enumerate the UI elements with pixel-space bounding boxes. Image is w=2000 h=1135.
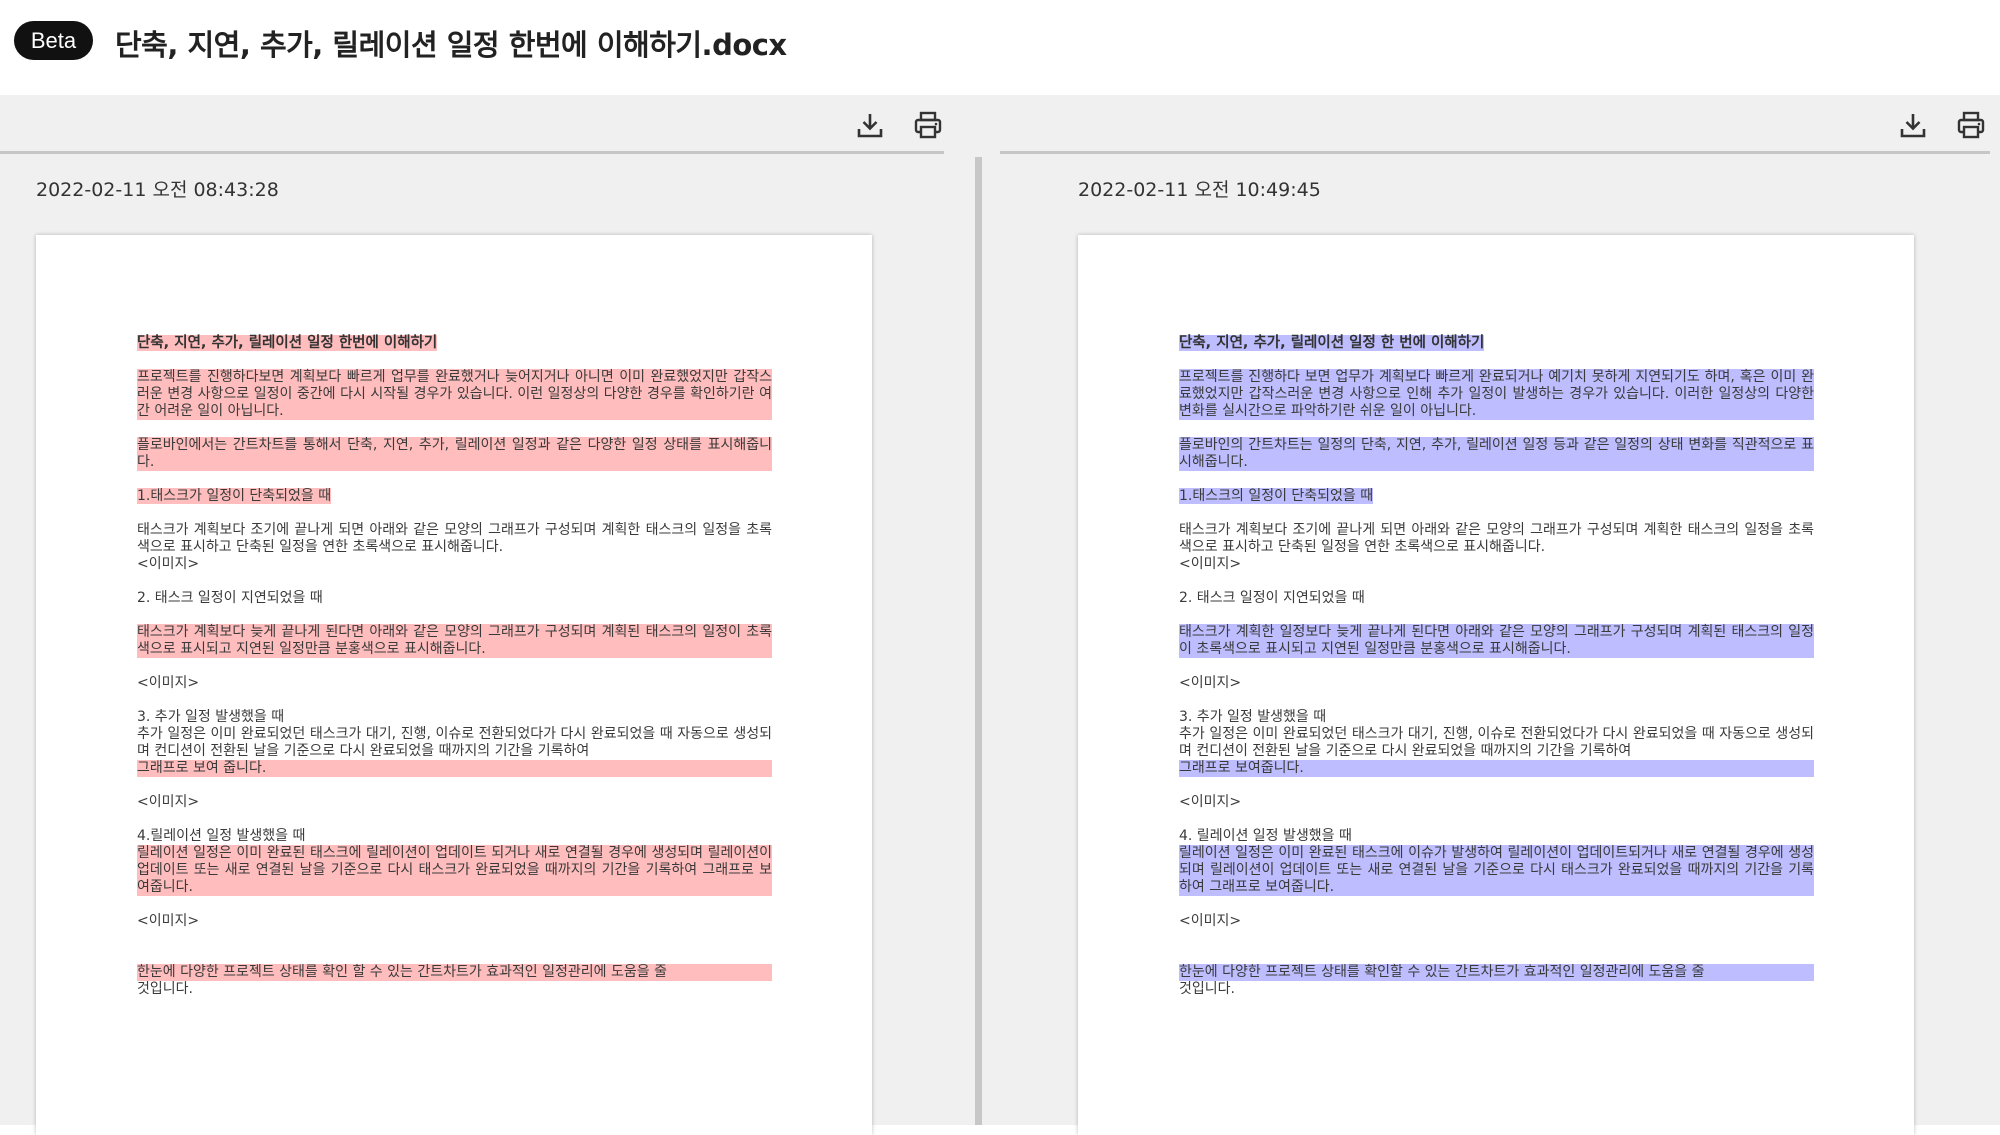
- download-button[interactable]: [1896, 108, 1930, 142]
- beta-badge: Beta: [14, 21, 93, 60]
- section-body-3-tail: 그래프로 보여줍니다.: [1179, 760, 1814, 777]
- revised-toolbar: [1000, 95, 1990, 154]
- closing-paragraph-tail: 것입니다.: [1179, 981, 1235, 997]
- section-heading-3: 3. 추가 일정 발생했을 때: [1179, 709, 1327, 725]
- image-placeholder: <이미지>: [137, 675, 200, 691]
- print-icon: [914, 111, 942, 139]
- download-button[interactable]: [853, 108, 887, 142]
- original-document-page[interactable]: 단축, 지연, 추가, 릴레이션 일정 한번에 이해하기 프로젝트를 진행하다보…: [36, 235, 872, 1135]
- image-placeholder: <이미지>: [1179, 794, 1242, 810]
- original-toolbar: [0, 95, 944, 154]
- section-body-2: 태스크가 계획보다 늦게 끝나게 된다면 아래와 같은 모양의 그래프가 구성되…: [137, 624, 772, 658]
- closing-paragraph: 한눈에 다양한 프로젝트 상태를 확인 할 수 있는 간트차트가 효과적인 일정…: [137, 964, 772, 981]
- section-body-1: 태스크가 계획보다 조기에 끝나게 되면 아래와 같은 모양의 그래프가 구성되…: [1179, 522, 1814, 555]
- section-heading-3: 3. 추가 일정 발생했을 때: [137, 709, 285, 725]
- section-body-3: 추가 일정은 이미 완료되었던 태스크가 대기, 진행, 이슈로 전환되었다가 …: [1179, 726, 1814, 759]
- intro-paragraph: 프로젝트를 진행하다 보면 업무가 계획보다 빠르게 완료되거나 예기치 못하게…: [1179, 369, 1814, 420]
- section-heading-1: 1.태스크가 일정이 단축되었을 때: [137, 488, 332, 504]
- section-body-4: 릴레이션 일정은 이미 완료된 태스크에 릴레이션이 업데이트 되거나 새로 연…: [137, 845, 772, 896]
- revised-document-page[interactable]: 단축, 지연, 추가, 릴레이션 일정 한 번에 이해하기 프로젝트를 진행하다…: [1078, 235, 1914, 1135]
- revised-timestamp: 2022-02-11 오전 10:49:45: [1078, 179, 1321, 201]
- section-heading-2: 2. 태스크 일정이 지연되었을 때: [1179, 590, 1365, 606]
- comparison-workspace: 2022-02-11 오전 08:43:28 단축, 지연, 추가, 릴레이션 …: [0, 95, 2000, 1135]
- section-heading-4: 4.릴레이션 일정 발생했을 때: [137, 828, 306, 844]
- download-icon: [1900, 114, 1926, 138]
- download-icon: [857, 114, 883, 138]
- app-header: Beta 단축, 지연, 추가, 릴레이션 일정 한번에 이해하기.docx: [0, 0, 2000, 95]
- intro-paragraph: 프로젝트를 진행하다보면 계획보다 빠르게 업무를 완료했거나 늦어지거나 아니…: [137, 369, 772, 420]
- original-timestamp: 2022-02-11 오전 08:43:28: [36, 179, 279, 201]
- summary-paragraph: 플로바인에서는 간트차트를 통해서 단축, 지연, 추가, 릴레이션 일정과 같…: [137, 437, 772, 471]
- section-body-3: 추가 일정은 이미 완료되었던 태스크가 대기, 진행, 이슈로 전환되었다가 …: [137, 726, 772, 759]
- revised-document-content: 단축, 지연, 추가, 릴레이션 일정 한 번에 이해하기 프로젝트를 진행하다…: [1179, 335, 1814, 998]
- image-placeholder: <이미지>: [1179, 675, 1242, 691]
- print-button[interactable]: [1954, 108, 1988, 142]
- section-heading-2: 2. 태스크 일정이 지연되었을 때: [137, 590, 323, 606]
- doc-title-line: 단축, 지연, 추가, 릴레이션 일정 한 번에 이해하기: [1179, 335, 1485, 351]
- original-version-pane: 2022-02-11 오전 08:43:28 단축, 지연, 추가, 릴레이션 …: [0, 95, 944, 1135]
- revised-version-pane: 2022-02-11 오전 10:49:45 단축, 지연, 추가, 릴레이션 …: [1000, 95, 2000, 1135]
- closing-paragraph-tail: 것입니다.: [137, 981, 193, 997]
- section-body-2: 태스크가 계획한 일정보다 늦게 끝나게 된다면 아래와 같은 모양의 그래프가…: [1179, 624, 1814, 658]
- pane-splitter[interactable]: [975, 157, 982, 1125]
- print-icon: [1957, 111, 1985, 139]
- summary-paragraph: 플로바인의 간트차트는 일정의 단축, 지연, 추가, 릴레이션 일정 등과 같…: [1179, 437, 1814, 471]
- image-placeholder: <이미지>: [137, 913, 200, 929]
- image-placeholder: <이미지>: [1179, 556, 1242, 572]
- doc-title-line: 단축, 지연, 추가, 릴레이션 일정 한번에 이해하기: [137, 335, 438, 351]
- section-body-4: 릴레이션 일정은 이미 완료된 태스크에 이슈가 발생하여 릴레이션이 업데이트…: [1179, 845, 1814, 896]
- section-body-3-tail: 그래프로 보여 줍니다.: [137, 760, 772, 777]
- section-body-1: 태스크가 계획보다 조기에 끝나게 되면 아래와 같은 모양의 그래프가 구성되…: [137, 522, 772, 555]
- image-placeholder: <이미지>: [137, 794, 200, 810]
- closing-paragraph: 한눈에 다양한 프로젝트 상태를 확인할 수 있는 간트차트가 효과적인 일정관…: [1179, 964, 1814, 981]
- print-button[interactable]: [911, 108, 945, 142]
- image-placeholder: <이미지>: [137, 556, 200, 572]
- image-placeholder: <이미지>: [1179, 913, 1242, 929]
- section-heading-1: 1.태스크의 일정이 단축되었을 때: [1179, 488, 1374, 504]
- original-document-content: 단축, 지연, 추가, 릴레이션 일정 한번에 이해하기 프로젝트를 진행하다보…: [137, 335, 772, 998]
- document-title: 단축, 지연, 추가, 릴레이션 일정 한번에 이해하기.docx: [115, 28, 787, 62]
- section-heading-4: 4. 릴레이션 일정 발생했을 때: [1179, 828, 1352, 844]
